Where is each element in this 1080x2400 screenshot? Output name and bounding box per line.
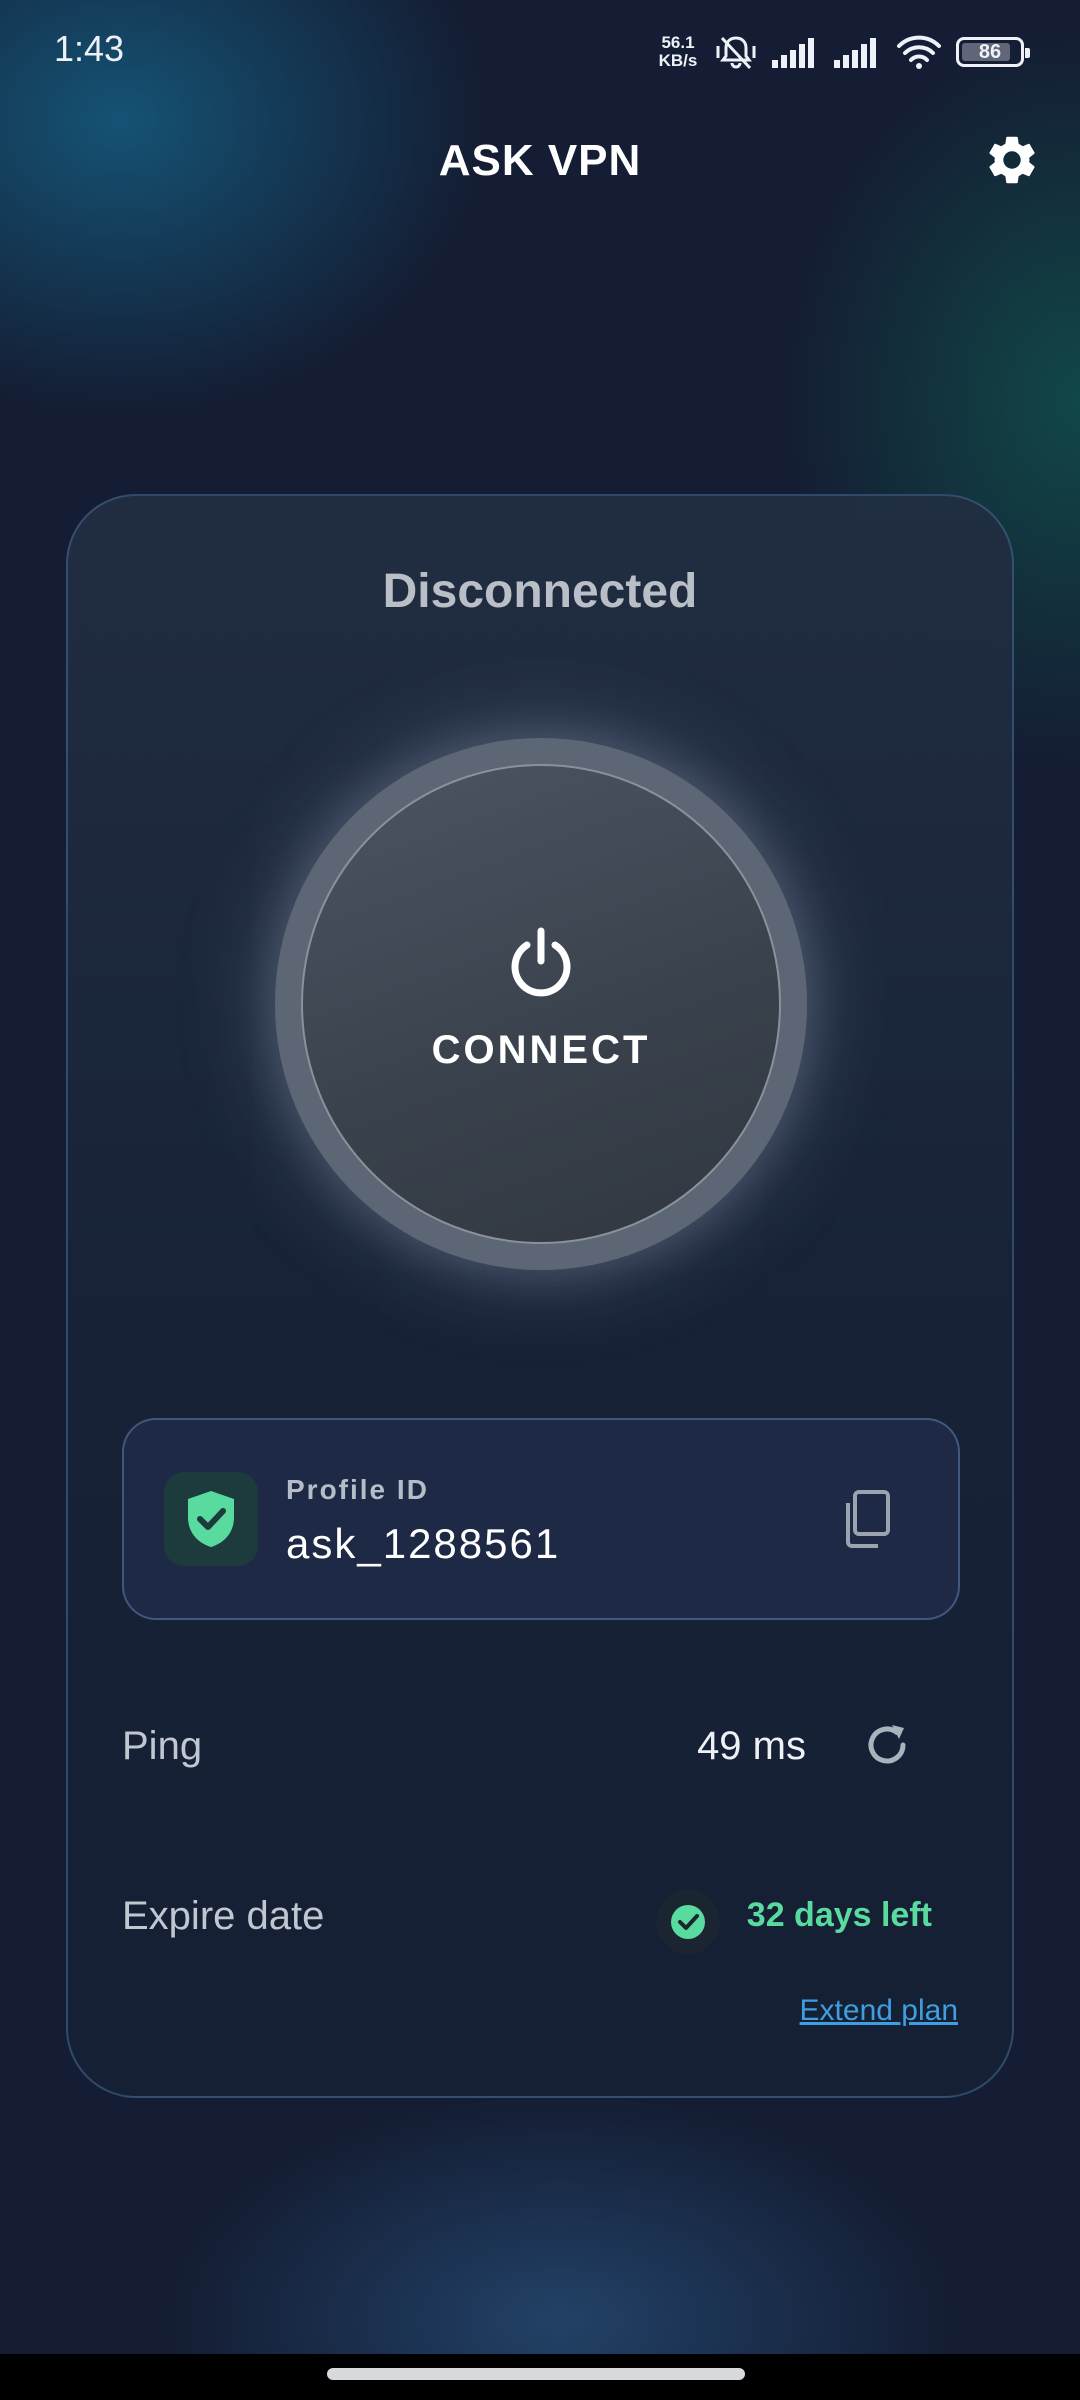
home-gesture-handle[interactable] [327,2368,745,2380]
check-circle-icon [656,1890,720,1954]
expire-date-label: Expire date [122,1894,325,1938]
profile-id-box: Profile ID ask_1288561 [122,1418,960,1620]
status-time: 1:43 [54,28,125,69]
profile-id-value: ask_1288561 [286,1520,561,1567]
refresh-icon [861,1719,913,1776]
battery-icon: 86 [956,37,1030,67]
connect-button[interactable]: CONNECT [301,764,781,1244]
status-bar: 1:43 56.1 KB/s 86 [0,0,1080,100]
ping-label: Ping [122,1724,203,1768]
network-speed: 56.1 KB/s [656,34,700,70]
refresh-ping-button[interactable] [852,1712,922,1782]
navigation-bar [0,2354,1080,2400]
connect-label: CONNECT [431,1028,651,1072]
signal-icon-2 [834,36,882,68]
shield-check-icon [164,1472,258,1566]
signal-icon-1 [772,36,820,68]
days-left-value: 32 days left [746,1896,932,1934]
power-icon [503,925,579,1006]
mute-icon [714,32,758,72]
vpn-status-card: Disconnected CONNECT Profile ID ask_1288… [66,494,1014,2098]
profile-id-label: Profile ID [286,1474,429,1505]
status-icons: 56.1 KB/s 86 [656,28,1030,76]
connect-button-wrapper: CONNECT [271,734,811,1274]
connection-status: Disconnected [382,565,698,618]
gear-icon [983,131,1041,194]
extend-plan-link[interactable]: Extend plan [800,1994,958,2028]
copy-profile-button[interactable] [834,1486,898,1556]
battery-level: 86 [978,40,1002,63]
network-speed-value: 56.1 [661,33,695,52]
settings-button[interactable] [980,130,1044,194]
wifi-icon [896,34,942,70]
app-title: ASK VPN [438,136,642,185]
copy-icon [840,1489,892,1554]
ping-value: 49 ms [697,1724,806,1768]
network-speed-unit: KB/s [658,51,698,70]
